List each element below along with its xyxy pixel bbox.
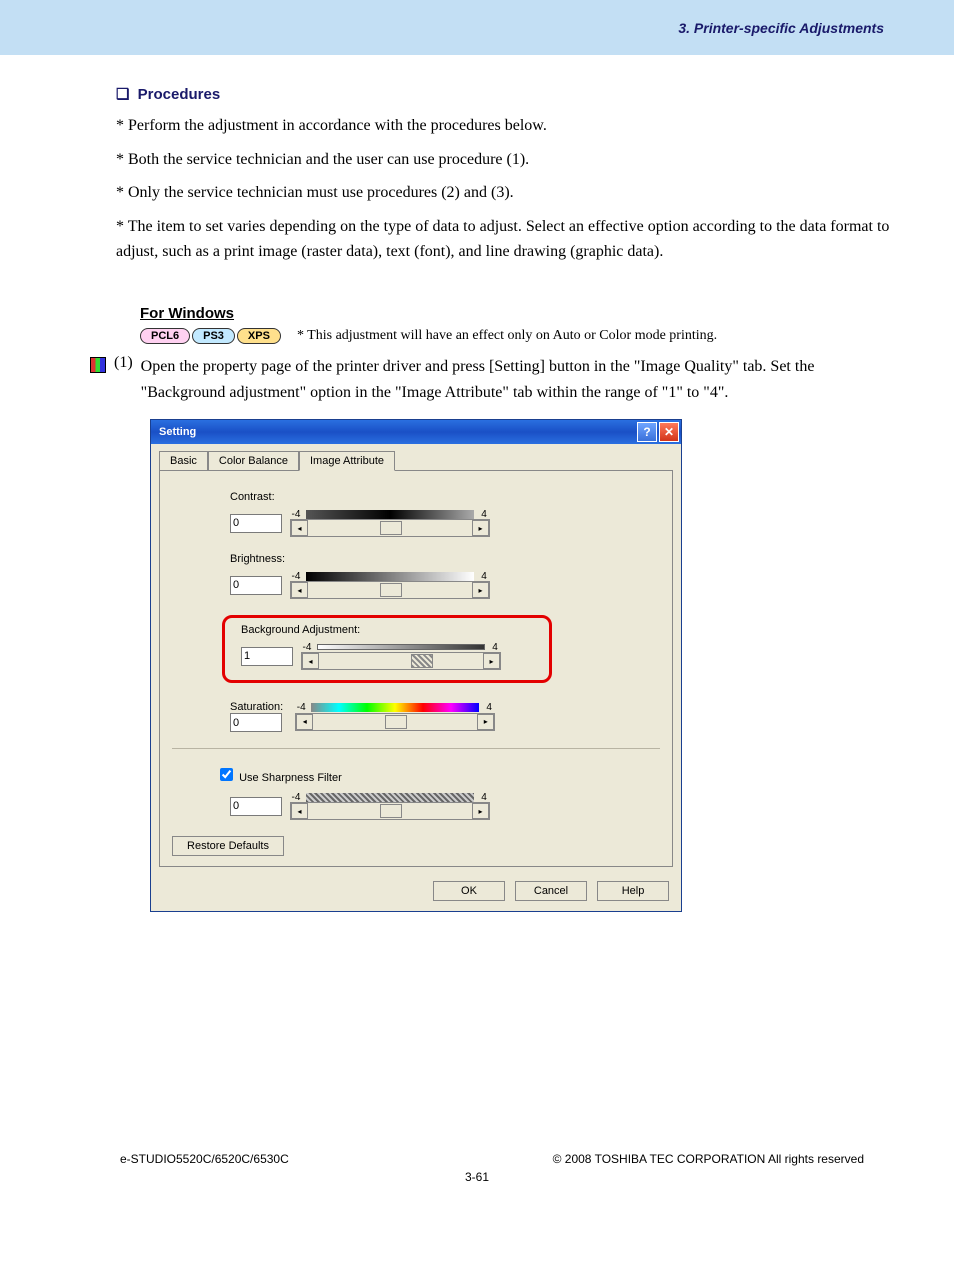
sharpness-check-row: Use Sharpness Filter: [216, 765, 652, 784]
page-number: 3-61: [0, 1170, 954, 1184]
brightness-input[interactable]: [230, 576, 282, 595]
background-max: 4: [489, 642, 501, 653]
brightness-min: -4: [290, 571, 302, 582]
step-1-row: (1) Open the property page of the printe…: [90, 354, 894, 405]
contrast-label: Contrast:: [230, 491, 652, 503]
saturation-input[interactable]: [230, 713, 282, 732]
slider-thumb[interactable]: [380, 583, 402, 597]
slider-thumb[interactable]: [411, 654, 433, 668]
brightness-label: Brightness:: [230, 553, 652, 565]
contrast-gradient-icon: [306, 510, 474, 519]
slider-thumb[interactable]: [380, 521, 402, 535]
footer-copyright: © 2008 TOSHIBA TEC CORPORATION All right…: [553, 1152, 864, 1166]
separator: [172, 748, 660, 749]
sharpness-slider: -4 4 ◂ ▸: [290, 792, 490, 820]
tab-image-attribute[interactable]: Image Attribute: [299, 451, 395, 471]
brightness-row: Brightness: -4 4 ◂ ▸: [180, 553, 652, 599]
ok-button[interactable]: OK: [433, 881, 505, 901]
contrast-min: -4: [290, 509, 302, 520]
background-scrollbar[interactable]: ◂ ▸: [301, 652, 501, 670]
scroll-right-icon[interactable]: ▸: [483, 653, 500, 669]
driver-note: * This adjustment will have an effect on…: [297, 328, 717, 344]
page-content: ❏ Procedures * Perform the adjustment in…: [0, 55, 954, 932]
procedure-line: * Perform the adjustment in accordance w…: [116, 113, 894, 139]
sharpness-check-label: Use Sharpness Filter: [239, 772, 342, 784]
procedure-line: * Both the service technician and the us…: [116, 147, 894, 173]
scroll-left-icon[interactable]: ◂: [302, 653, 319, 669]
contrast-input[interactable]: [230, 514, 282, 533]
background-label: Background Adjustment:: [241, 624, 541, 636]
saturation-scrollbar[interactable]: ◂ ▸: [295, 713, 495, 731]
procedure-line: * Only the service technician must use p…: [116, 180, 894, 206]
color-mode-icon: [90, 357, 106, 373]
saturation-row: Saturation: -4 4 ◂ ▸: [180, 701, 652, 732]
close-icon: ✕: [664, 425, 674, 439]
driver-pill-row: PCL6 PS3 XPS * This adjustment will have…: [140, 328, 894, 344]
saturation-label: Saturation:: [230, 701, 283, 713]
sharpness-gradient-icon: [306, 793, 474, 802]
restore-defaults-button[interactable]: Restore Defaults: [172, 836, 284, 856]
slider-thumb[interactable]: [380, 804, 402, 818]
for-windows-heading: For Windows: [140, 305, 894, 322]
slider-thumb[interactable]: [385, 715, 407, 729]
scroll-right-icon[interactable]: ▸: [472, 520, 489, 536]
sharpness-input[interactable]: [230, 797, 282, 816]
square-bullet-icon: ❏: [116, 86, 129, 103]
tab-basic[interactable]: Basic: [159, 451, 208, 471]
pcl6-pill: PCL6: [140, 328, 190, 344]
scroll-right-icon[interactable]: ▸: [472, 582, 489, 598]
page-footer: e-STUDIO5520C/6520C/6530C © 2008 TOSHIBA…: [0, 1152, 954, 1166]
dialog-title: Setting: [159, 426, 635, 438]
background-input[interactable]: [241, 647, 293, 666]
dialog-titlebar: Setting ? ✕: [151, 420, 681, 444]
setting-dialog: Setting ? ✕ Basic Color Balance Image At…: [150, 419, 682, 912]
help-button[interactable]: Help: [597, 881, 669, 901]
scroll-right-icon[interactable]: ▸: [472, 803, 489, 819]
background-min: -4: [301, 642, 313, 653]
contrast-scrollbar[interactable]: ◂ ▸: [290, 519, 490, 537]
sharpness-checkbox[interactable]: [220, 768, 233, 781]
background-gradient-icon: [317, 644, 485, 650]
chapter-title: 3. Printer-specific Adjustments: [678, 20, 884, 36]
step-number: (1): [114, 354, 133, 405]
saturation-max: 4: [483, 702, 495, 713]
titlebar-help-button[interactable]: ?: [637, 422, 657, 442]
step-text: Open the property page of the printer dr…: [141, 354, 894, 405]
xps-pill: XPS: [237, 328, 281, 344]
sharpness-row: -4 4 ◂ ▸: [180, 792, 652, 820]
contrast-row: Contrast: -4 4 ◂ ▸: [180, 491, 652, 537]
brightness-slider: -4 4 ◂ ▸: [290, 571, 490, 599]
saturation-gradient-icon: [311, 703, 479, 712]
saturation-min: -4: [295, 702, 307, 713]
dialog-button-row: OK Cancel Help: [151, 875, 681, 911]
contrast-slider: -4 4 ◂ ▸: [290, 509, 490, 537]
scroll-left-icon[interactable]: ◂: [291, 803, 308, 819]
brightness-gradient-icon: [306, 572, 474, 581]
sharpness-scrollbar[interactable]: ◂ ▸: [290, 802, 490, 820]
brightness-scrollbar[interactable]: ◂ ▸: [290, 581, 490, 599]
procedures-heading-text: Procedures: [138, 86, 221, 103]
footer-model: e-STUDIO5520C/6520C/6530C: [120, 1152, 289, 1166]
dialog-body: Contrast: -4 4 ◂ ▸: [159, 470, 673, 867]
background-slider: -4 4 ◂ ▸: [301, 642, 501, 670]
sharpness-max: 4: [478, 792, 490, 803]
brightness-max: 4: [478, 571, 490, 582]
dialog-tabs: Basic Color Balance Image Attribute: [151, 444, 681, 470]
scroll-right-icon[interactable]: ▸: [477, 714, 494, 730]
scroll-left-icon[interactable]: ◂: [291, 520, 308, 536]
tab-color-balance[interactable]: Color Balance: [208, 451, 299, 471]
cancel-button[interactable]: Cancel: [515, 881, 587, 901]
page-header-bar: 3. Printer-specific Adjustments: [0, 0, 954, 55]
scroll-left-icon[interactable]: ◂: [296, 714, 313, 730]
titlebar-close-button[interactable]: ✕: [659, 422, 679, 442]
ps3-pill: PS3: [192, 328, 235, 344]
sharpness-min: -4: [290, 792, 302, 803]
procedure-line: * The item to set varies depending on th…: [116, 214, 894, 265]
help-icon: ?: [643, 425, 650, 439]
procedures-heading: ❏ Procedures: [116, 85, 894, 103]
contrast-max: 4: [478, 509, 490, 520]
background-adjust-highlight: Background Adjustment: -4 4 ◂ ▸: [222, 615, 552, 683]
scroll-left-icon[interactable]: ◂: [291, 582, 308, 598]
saturation-slider: -4 4 ◂ ▸: [295, 703, 495, 731]
